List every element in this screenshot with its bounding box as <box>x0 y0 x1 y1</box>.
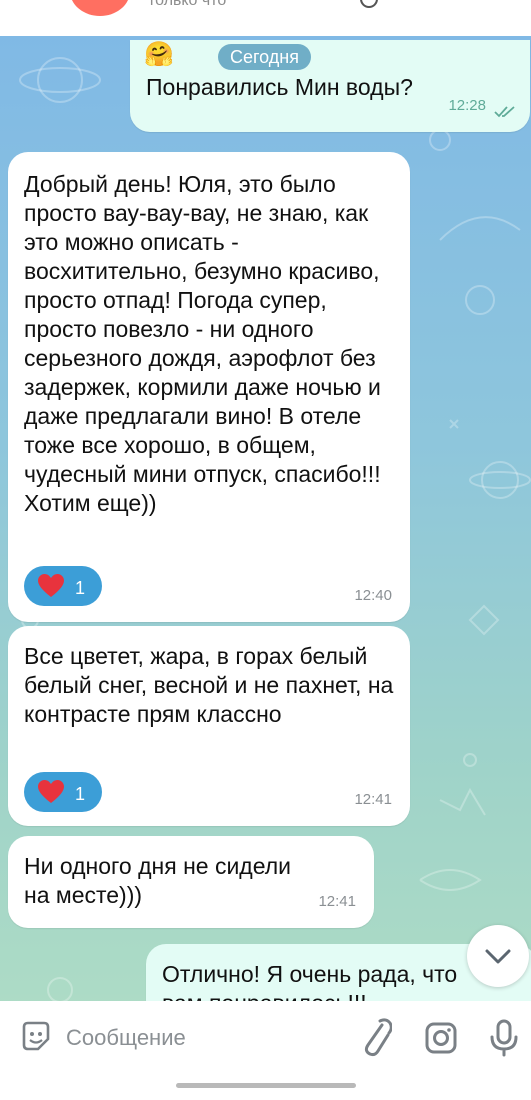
scroll-down-button[interactable] <box>467 925 529 987</box>
outgoing-message[interactable]: 🤗 Понравились Мин воды? 12:28 <box>130 40 530 132</box>
paperclip-icon <box>364 1018 393 1057</box>
chevron-down-icon <box>485 949 511 964</box>
home-indicator[interactable] <box>176 1083 356 1088</box>
camera-icon <box>425 1022 457 1054</box>
message-text: Все цветет, жара, в горах белый белый сн… <box>24 643 394 727</box>
message-text: Добрый день! Юля, это было просто вау-ва… <box>24 171 381 516</box>
camera-button[interactable] <box>424 1021 458 1055</box>
date-separator: Сегодня <box>218 44 311 70</box>
sticker-button[interactable] <box>18 1019 54 1055</box>
header-icon[interactable] <box>360 0 378 8</box>
contact-status: только что <box>148 0 227 9</box>
microphone-icon <box>490 1019 518 1057</box>
sticker-icon <box>22 1021 50 1051</box>
message-time: 12:40 <box>354 587 392 604</box>
read-checks-icon <box>494 106 515 118</box>
message-time: 12:28 <box>448 97 486 114</box>
incoming-message[interactable]: Ни одного дня не сидели на месте))) 12:4… <box>8 836 374 928</box>
attach-button[interactable] <box>358 1017 393 1059</box>
reaction-badge[interactable]: 1 <box>24 566 102 606</box>
reaction-badge[interactable]: 1 <box>24 772 102 812</box>
reaction-count: 1 <box>75 784 86 804</box>
message-time: 12:41 <box>354 791 392 808</box>
reaction-count: 1 <box>75 578 86 598</box>
avatar[interactable] <box>70 0 130 16</box>
heart-icon <box>38 780 64 803</box>
incoming-message[interactable]: Добрый день! Юля, это было просто вау-ва… <box>8 152 410 622</box>
heart-icon <box>38 574 64 597</box>
hug-emoji: 🤗 <box>144 41 174 68</box>
message-time: 12:41 <box>318 893 356 910</box>
message-text: Ни одного дня не сидели на месте))) <box>24 853 292 908</box>
incoming-message[interactable]: Все цветет, жара, в горах белый белый сн… <box>8 626 410 826</box>
message-input[interactable]: Сообщение <box>66 1025 186 1051</box>
chat-header: только что <box>0 0 531 36</box>
voice-button[interactable] <box>488 1019 520 1057</box>
